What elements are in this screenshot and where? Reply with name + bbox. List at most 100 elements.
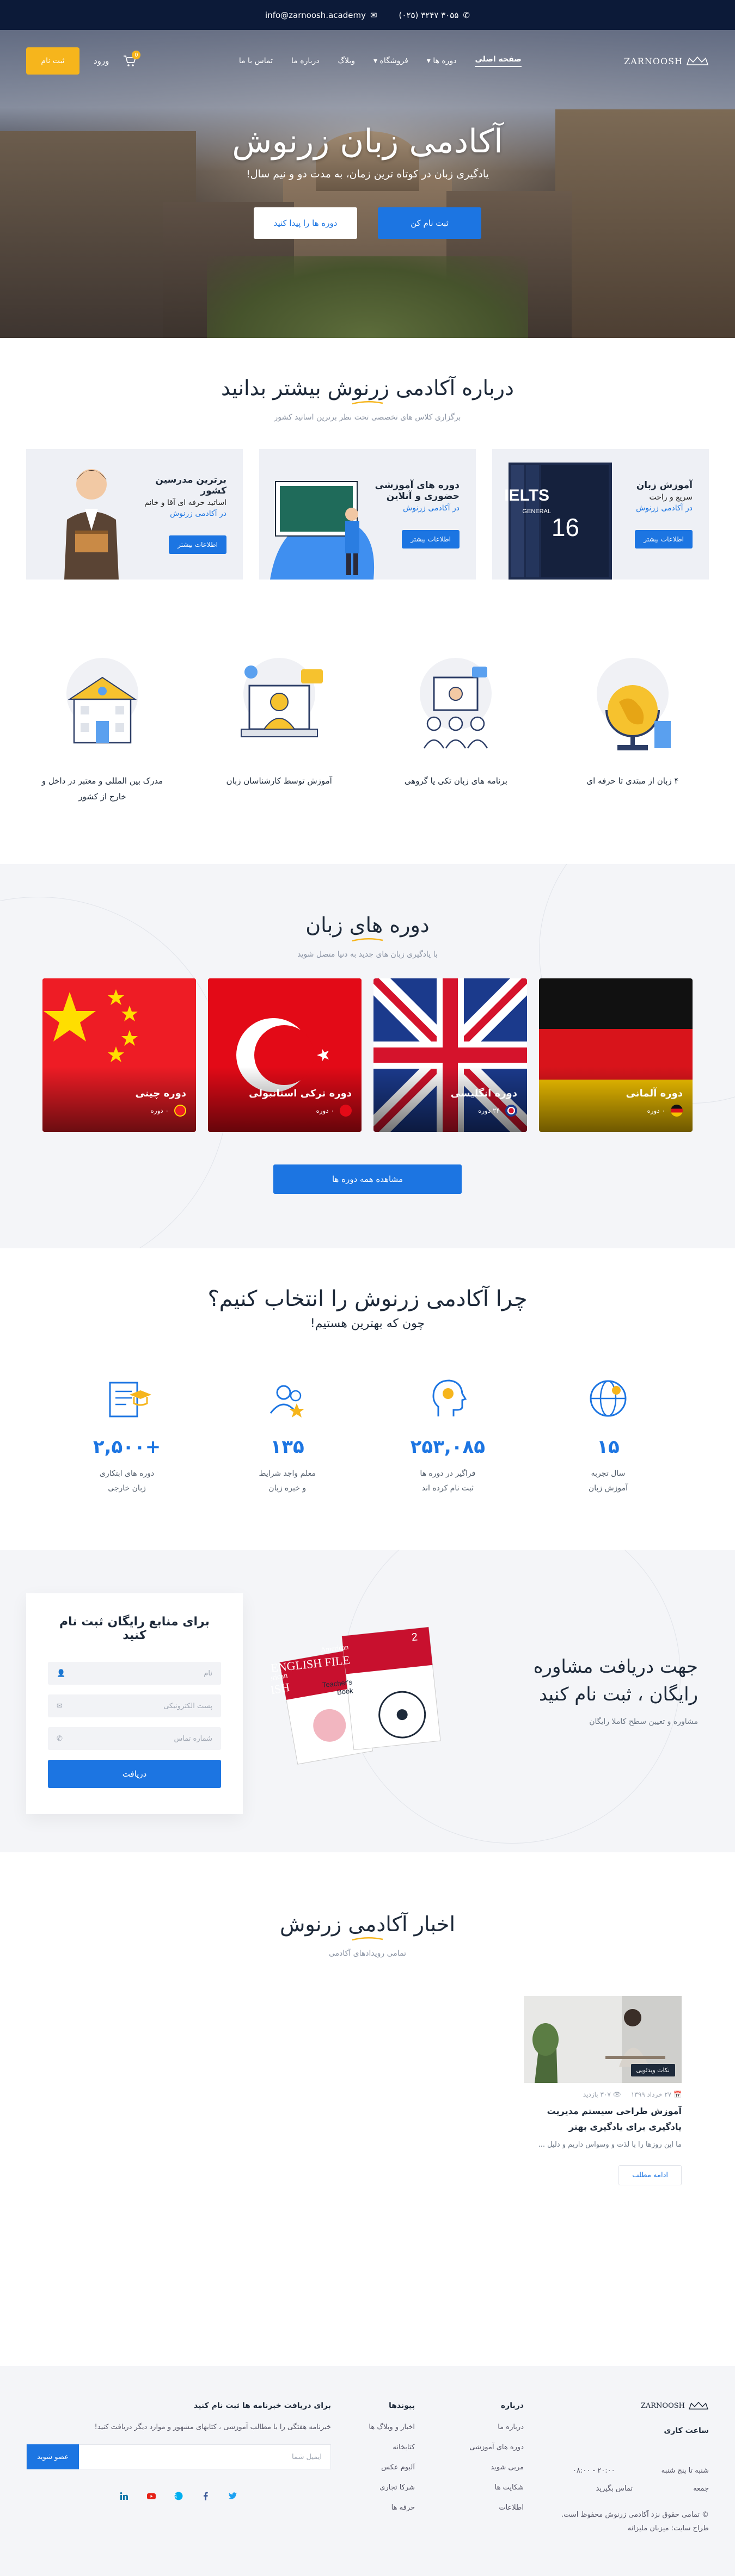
course-card-turkish[interactable]: دوره ترکی استانبولی ۰ دوره <box>208 978 362 1132</box>
footer-link[interactable]: مربی شوید <box>442 2463 524 2472</box>
more-info-button[interactable]: اطلاعات بیشتر <box>169 535 226 554</box>
cart-count-badge: 0 <box>132 51 141 59</box>
footer-col-title: پیوندها <box>388 2401 415 2411</box>
footer-link[interactable]: شرکا تجاری <box>339 2483 415 2492</box>
name-field[interactable]: نام 👤 <box>48 1662 221 1685</box>
user-icon: 👤 <box>57 1669 66 1678</box>
about-section: درباره آکادمی زرنوش بیشتر بدانید برگزاری… <box>0 338 735 804</box>
course-meta: ۰ دوره <box>647 1105 683 1117</box>
newsletter-email-input[interactable]: ایمیل شما <box>283 2453 330 2461</box>
hero-register-button[interactable]: ثبت نام کن <box>378 207 481 239</box>
course-meta: ۰ دوره <box>316 1105 352 1117</box>
school-building-icon <box>66 658 139 744</box>
skype-icon[interactable]: S <box>173 2491 183 2501</box>
stat-label-line: و خبره زبان <box>268 1483 307 1493</box>
stat-label: دوره های ابتکاری زبان خارجی <box>64 1466 189 1495</box>
submit-button[interactable]: دریافت <box>48 1760 221 1789</box>
stat-courses: +۲,۵۰۰ دوره های ابتکاری زبان خارجی <box>64 1374 189 1495</box>
footer-link[interactable]: دوره های آموزشی <box>442 2443 524 2451</box>
footer-link[interactable]: شکایت ها <box>442 2483 524 2492</box>
teacher-board-icon <box>270 481 375 580</box>
footer-link[interactable]: آلبوم عکس <box>339 2463 415 2472</box>
course-meta: ۲۴ دوره <box>478 1105 517 1117</box>
card-shade <box>208 1067 362 1132</box>
nav-item-blog[interactable]: وبلاگ <box>338 57 355 65</box>
footer-logo[interactable]: ZARNOOSH <box>627 2401 709 2410</box>
post-title[interactable]: آموزش طراحی سیستم مدیریت یادگیری برای یا… <box>524 2104 682 2135</box>
newsletter-subscribe-button[interactable]: عضو شوید <box>27 2444 79 2470</box>
title-underline-icon <box>352 401 383 405</box>
signup-title: جهت دریافت مشاوره رایگان ، ثبت نام کنید <box>533 1656 698 1706</box>
svg-text:IELTS: IELTS <box>504 486 549 504</box>
feature-group-classes: برنامه های زبان تکی یا گروهی <box>390 656 521 804</box>
post-category-tag[interactable]: نکات ویدئویی <box>630 2064 675 2077</box>
phone-placeholder: شماره تماس <box>174 1734 212 1743</box>
view-all-courses-button[interactable]: مشاهده همه دوره ها <box>273 1164 462 1194</box>
course-grid: دوره آلمانی ۰ دوره دوره انگلیسی ۲۴ دوره … <box>26 978 709 1132</box>
stat-label-line: ثبت نام کرده اند <box>421 1483 474 1493</box>
footer-logo-text: ZARNOOSH <box>640 2401 685 2410</box>
feature-list: ۴ زبان از مبتدی تا حرفه ای برنامه های زب… <box>26 656 709 804</box>
mail-icon: ✉ <box>57 1702 63 1710</box>
post-views: 👁 ۳۰۷ بازدید <box>583 2091 621 2099</box>
cart-button[interactable]: 0 <box>123 51 141 67</box>
read-more-button[interactable]: ادامه مطلب <box>618 2165 682 2185</box>
footer-link[interactable]: اخبار و وبلاگ ها <box>339 2423 415 2431</box>
footer-link[interactable]: کتابخانه <box>339 2443 415 2451</box>
card-shade <box>42 1067 196 1132</box>
login-link[interactable]: ورود <box>94 56 109 66</box>
register-button[interactable]: ثبت نام <box>26 47 79 75</box>
nav-item-home[interactable]: صفحه اصلی <box>475 55 522 67</box>
nav-item-courses[interactable]: دوره ها ▾ <box>427 57 457 65</box>
course-count: ۰ دوره <box>316 1107 335 1114</box>
name-placeholder: نام <box>204 1669 212 1678</box>
signup-subtitle: مشاوره و تعیین سطح کاملا رایگان <box>589 1717 698 1727</box>
crown-logo-icon <box>686 56 709 65</box>
footer-link[interactable]: حرفه ها <box>339 2504 415 2512</box>
twitter-icon[interactable] <box>228 2491 238 2501</box>
footer-link[interactable]: درباره ما <box>442 2423 524 2431</box>
more-info-button[interactable]: اطلاعات بیشتر <box>402 530 460 549</box>
phone-field[interactable]: شماره تماس ✆ <box>48 1727 221 1751</box>
more-info-button[interactable]: اطلاعات بیشتر <box>635 530 693 549</box>
footer-newsletter: برای دریافت خبرنامه ها ثبت نام کنید خبرن… <box>26 2401 331 2501</box>
feature-text: برنامه های زبان تکی یا گروهی <box>404 776 507 786</box>
news-section: اخبار آکادمی زرنوش تمامی رویدادهای آکادم… <box>0 1852 735 2366</box>
why-subtitle: چون که بهترین هستیم! <box>310 1317 425 1330</box>
feature-languages: ۴ زبان از مبتدی تا حرفه ای <box>567 656 698 804</box>
about-subtitle: برگزاری کلاس های تخصصی تحت نظر برترین اس… <box>274 413 461 422</box>
email-info[interactable]: ✉ info@zarnoosh.academy <box>265 10 377 20</box>
card-shade <box>373 1067 527 1132</box>
footer-about-col: درباره درباره ما دوره های آموزشی مربی شو… <box>442 2401 524 2524</box>
phone-info[interactable]: ✆ (۰۲۵) ۳۲۴۷ ۳۰۵۵ <box>399 10 470 20</box>
head-brain-icon <box>432 1379 467 1416</box>
site-logo[interactable]: ZARNOOSH <box>624 56 709 66</box>
nav-item-about[interactable]: درباره ما <box>291 57 319 65</box>
title-underline-icon <box>352 1937 383 1941</box>
linkedin-icon[interactable] <box>119 2491 129 2501</box>
footer-link[interactable]: اطلاعات <box>442 2504 524 2512</box>
nav-item-contact[interactable]: تماس با ما <box>239 57 273 65</box>
facebook-icon[interactable] <box>201 2491 211 2501</box>
news-post[interactable]: نکات ویدئویی 📅 ۲۷ خرداد ۱۳۹۹ 👁 ۳۰۷ بازدی… <box>524 1996 682 2185</box>
svg-text:16: 16 <box>552 513 579 541</box>
about-card-teachers: برترین مدرسین کشور اساتید حرفه ای آقا و … <box>26 449 243 580</box>
online-teacher-icon <box>240 658 323 737</box>
certificate-icon <box>109 1382 152 1418</box>
logo-text: ZARNOOSH <box>624 56 683 66</box>
nav-item-label: دوره ها <box>433 57 457 65</box>
signup-section: جهت دریافت مشاوره رایگان ، ثبت نام کنید … <box>0 1550 735 1853</box>
card-shade <box>539 1067 693 1132</box>
stat-number: ۱۵ <box>597 1436 620 1458</box>
top-contact-bar: ✆ (۰۲۵) ۳۲۴۷ ۳۰۵۵ ✉ info@zarnoosh.academ… <box>0 0 735 30</box>
course-card-chinese[interactable]: دوره چینی ۰ دوره <box>42 978 196 1132</box>
email-field[interactable]: پست الکترونیکی ✉ <box>48 1694 221 1718</box>
footer-links-col: پیوندها اخبار و وبلاگ ها کتابخانه آلبوم … <box>339 2401 415 2524</box>
course-card-english[interactable]: دوره انگلیسی ۲۴ دوره <box>373 978 527 1132</box>
hero-find-courses-button[interactable]: دوره ها را پیدا کنید <box>254 207 357 239</box>
globe-icon <box>597 658 671 750</box>
group-class-icon <box>420 658 492 749</box>
nav-item-shop[interactable]: فروشگاه ▾ <box>373 57 408 65</box>
youtube-icon[interactable] <box>146 2491 156 2501</box>
course-card-german[interactable]: دوره آلمانی ۰ دوره <box>539 978 693 1132</box>
